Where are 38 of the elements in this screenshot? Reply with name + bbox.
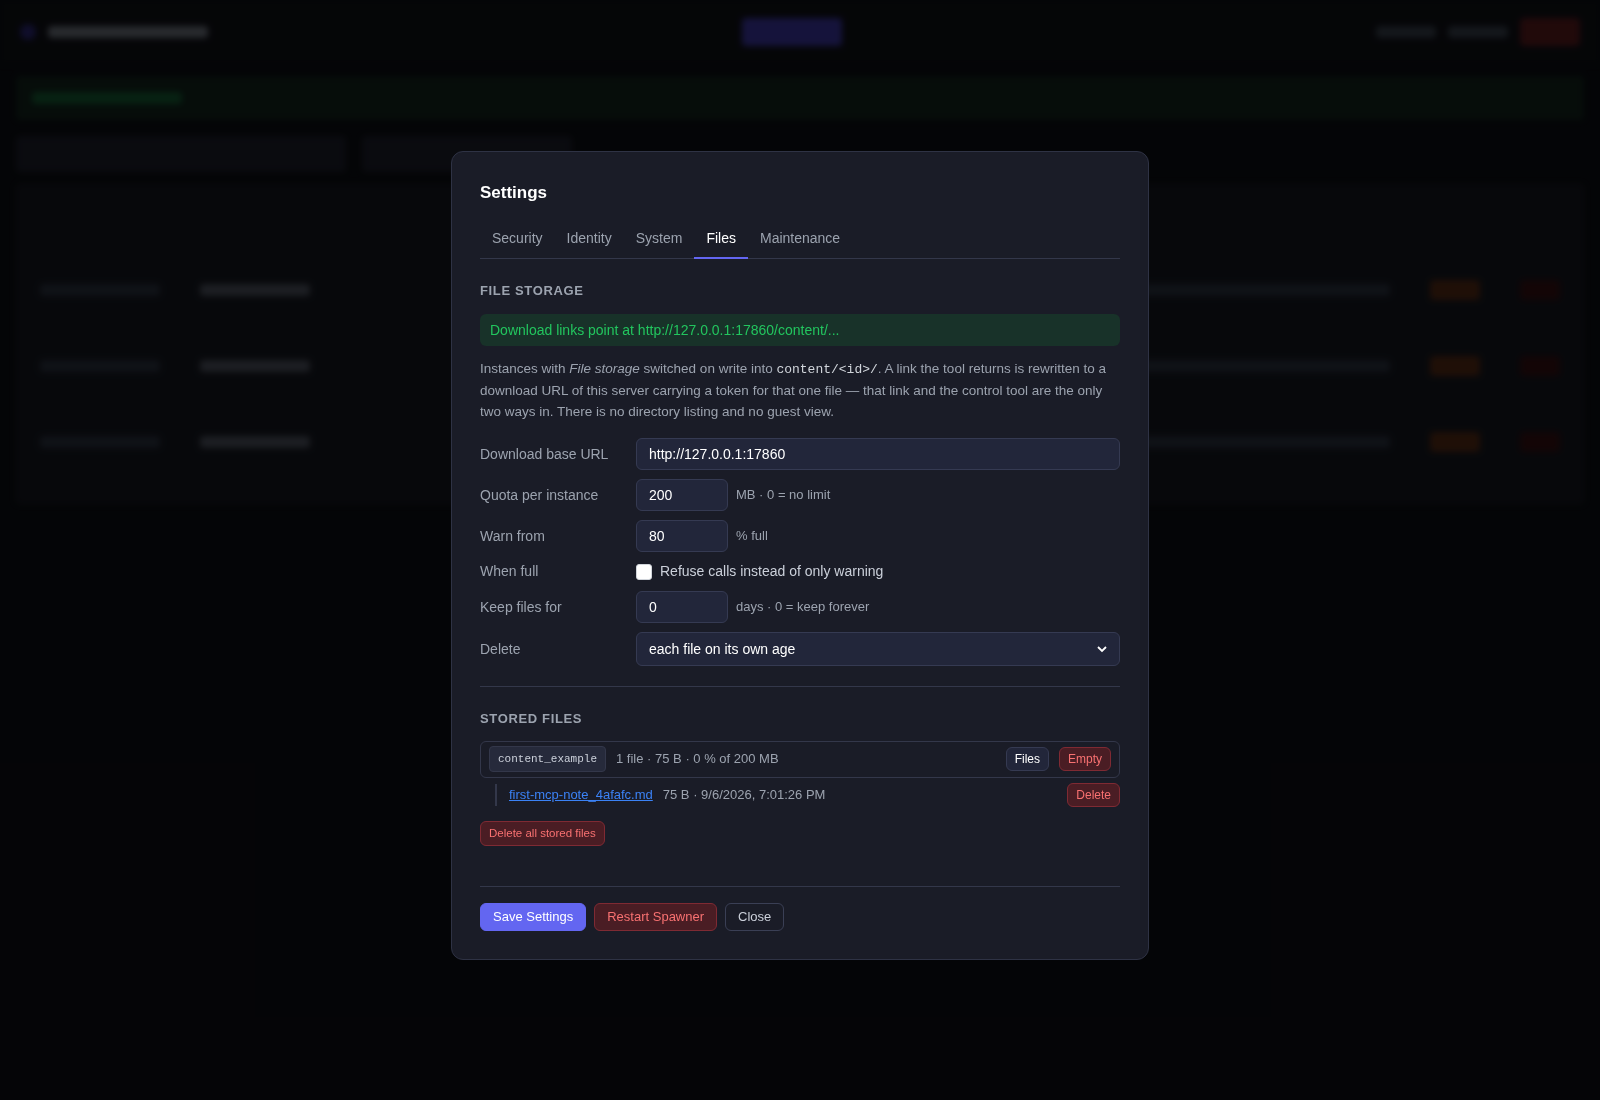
dialog-button[interactable]: Restart Spawner (594, 902, 718, 931)
number-field[interactable]: 200 (636, 479, 728, 511)
field-label: When full (480, 562, 540, 581)
empty-button[interactable]: Empty (1059, 747, 1111, 771)
instance-summary: 1 file · 75 B · 0 % of 200 MB (616, 750, 779, 769)
delete-all-button[interactable]: Delete all stored files (480, 820, 605, 846)
field-hint: MB · 0 = no limit (736, 486, 831, 505)
select-field[interactable]: each file on its own age (636, 632, 1120, 666)
dialog-button[interactable]: Close (725, 902, 785, 931)
tab[interactable]: Security (480, 223, 555, 259)
file-meta: 75 B · 9/6/2026, 7:01:26 PM (662, 785, 826, 804)
files-button[interactable]: Files (1005, 747, 1049, 771)
tab[interactable]: Maintenance (747, 223, 853, 259)
file-link[interactable]: first-mcp-note_4afafc.md (509, 784, 653, 805)
tab[interactable]: Identity (554, 223, 624, 259)
number-field[interactable]: 80 (636, 520, 728, 552)
section-heading: FILE STORAGE (480, 281, 585, 300)
field-hint: days · 0 = keep forever (736, 598, 870, 617)
description-text: Instances with File storage switched on write into content/<id>/. A link the tool returns is rewritten to a download URL of this server carrying a token for that one file — that link and the control tool are the only two ways in. There is no directory listing and no guest view. (480, 360, 1107, 421)
url-field[interactable]: http://127.0.0.1:17860 (636, 438, 1120, 470)
tab[interactable]: System (623, 223, 695, 259)
dialog-title: Settings (480, 182, 549, 204)
tab[interactable]: Files (694, 223, 748, 259)
instance-id: content_example (489, 745, 607, 773)
field-label: Download base URL (480, 444, 610, 464)
checkbox[interactable] (636, 563, 652, 580)
dialog-button[interactable]: Save Settings (480, 902, 587, 931)
number-field[interactable]: 0 (636, 591, 728, 623)
chevron-down-icon (1097, 645, 1107, 653)
section-heading: STORED FILES (480, 710, 584, 728)
field-label: Warn from (480, 526, 546, 546)
field-label: Quota per instance (480, 485, 600, 505)
notice-banner: Download links point at http://127.0.0.1:17860/content/... (480, 314, 1120, 346)
field-label: Keep files for (480, 597, 563, 617)
checkbox-label: Refuse calls instead of only warning (660, 562, 884, 581)
delete-button[interactable]: Delete (1067, 782, 1120, 807)
field-label: Delete (480, 639, 522, 659)
field-hint: % full (736, 527, 768, 546)
